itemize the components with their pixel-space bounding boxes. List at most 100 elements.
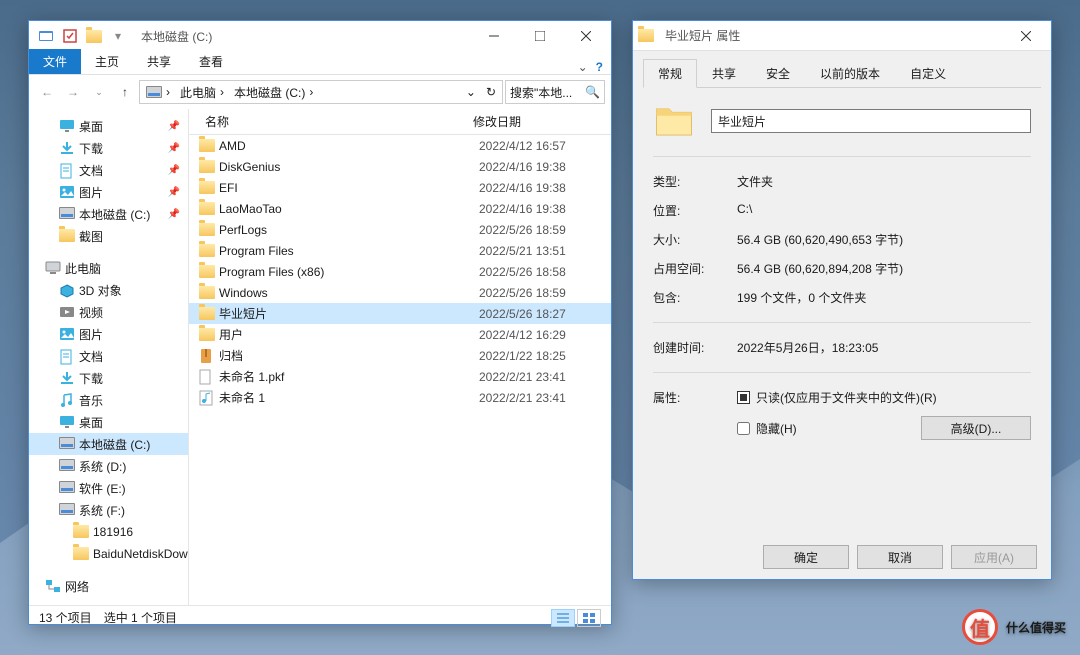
minimize-button[interactable] [471, 21, 517, 51]
folder-icon [199, 223, 219, 236]
net-icon [45, 579, 59, 593]
search-icon[interactable]: 🔍 [585, 85, 600, 99]
file-row[interactable]: 毕业短片2022/5/26 18:27 [189, 303, 611, 324]
nav-item-12[interactable]: 下载 [29, 367, 188, 389]
nav-item-13[interactable]: 音乐 [29, 389, 188, 411]
nav-item-17[interactable]: 软件 (E:) [29, 477, 188, 499]
ribbon-tab-file[interactable]: 文件 [29, 49, 81, 74]
readonly-checkbox[interactable] [737, 391, 750, 404]
breadcrumb-drive[interactable]: 本地磁盘 (C:) › [230, 84, 317, 101]
ribbon-expand-icon[interactable]: ⌄ [578, 60, 588, 74]
props-titlebar[interactable]: 毕业短片 属性 [633, 21, 1051, 51]
file-icon [199, 369, 219, 385]
column-name[interactable]: 名称 [199, 113, 473, 130]
refresh-icon[interactable]: ↻ [482, 85, 500, 99]
forward-button[interactable]: → [61, 80, 85, 104]
disk-icon [59, 207, 73, 221]
breadcrumb-pc[interactable]: 此电脑 › [176, 84, 228, 101]
nav-item-7[interactable]: 此电脑 [29, 257, 188, 279]
column-date[interactable]: 修改日期 [473, 113, 611, 130]
music-icon [59, 393, 73, 407]
nav-item-15[interactable]: 本地磁盘 (C:) [29, 433, 188, 455]
value-location: C:\ [737, 202, 1031, 219]
tab-security[interactable]: 安全 [751, 59, 805, 87]
file-row[interactable]: Windows2022/5/26 18:59 [189, 282, 611, 303]
value-created: 2022年5月26日，18:23:05 [737, 339, 1031, 356]
maximize-button[interactable] [517, 21, 563, 51]
folder-icon [73, 525, 87, 539]
view-thumbnails-icon[interactable] [577, 609, 601, 627]
folder-icon [199, 160, 219, 173]
navigation-tree[interactable]: 桌面📌下载📌文档📌图片📌本地磁盘 (C:)📌截图此电脑3D 对象视频图片文档下载… [29, 109, 189, 605]
nav-item-5[interactable]: 截图 [29, 225, 188, 247]
advanced-button[interactable]: 高级(D)... [921, 416, 1031, 440]
folder-name-input[interactable] [711, 109, 1031, 133]
file-row[interactable]: 未命名 12022/2/21 23:41 [189, 387, 611, 408]
props-folder-icon [635, 25, 657, 47]
nav-item-1[interactable]: 下载📌 [29, 137, 188, 159]
file-row[interactable]: 归档2022/1/22 18:25 [189, 345, 611, 366]
ribbon-tab-view[interactable]: 查看 [185, 49, 237, 74]
hidden-checkbox[interactable] [737, 422, 750, 435]
recent-dropdown-icon[interactable]: ⌄ [87, 80, 111, 104]
explorer-window: ▾ 本地磁盘 (C:) 文件 主页 共享 查看 ⌄ ? ← → ⌄ ↑ › 此电… [28, 20, 612, 625]
help-icon[interactable]: ? [596, 60, 603, 74]
properties-icon[interactable] [59, 25, 81, 47]
tab-previous[interactable]: 以前的版本 [805, 59, 895, 87]
view-details-icon[interactable] [551, 609, 575, 627]
audio-icon [199, 390, 219, 406]
ok-button[interactable]: 确定 [763, 545, 849, 569]
props-close-button[interactable] [1003, 21, 1049, 51]
qat-dropdown-icon[interactable]: ▾ [107, 25, 129, 47]
nav-item-10[interactable]: 图片 [29, 323, 188, 345]
breadcrumb[interactable]: › 此电脑 › 本地磁盘 (C:) › ⌄ ↻ [139, 80, 503, 104]
nav-item-20[interactable]: BaiduNetdiskDownload [29, 543, 188, 565]
breadcrumb-dropdown-icon[interactable]: ⌄ [462, 85, 480, 99]
file-list[interactable]: AMD2022/4/12 16:57DiskGenius2022/4/16 19… [189, 135, 611, 605]
file-row[interactable]: DiskGenius2022/4/16 19:38 [189, 156, 611, 177]
up-button[interactable]: ↑ [113, 80, 137, 104]
status-bar: 13 个项目 选中 1 个项目 [29, 605, 611, 629]
nav-item-16[interactable]: 系统 (D:) [29, 455, 188, 477]
column-headers[interactable]: 名称 修改日期 [189, 109, 611, 135]
ribbon-tab-home[interactable]: 主页 [81, 49, 133, 74]
file-row[interactable]: 用户2022/4/12 16:29 [189, 324, 611, 345]
folder-icon [199, 139, 219, 152]
label-contains: 包含: [653, 289, 737, 306]
tab-general[interactable]: 常规 [643, 59, 697, 88]
new-folder-icon[interactable] [83, 25, 105, 47]
nav-item-19[interactable]: 181916 [29, 521, 188, 543]
close-button[interactable] [563, 21, 609, 51]
nav-item-2[interactable]: 文档📌 [29, 159, 188, 181]
nav-item-0[interactable]: 桌面📌 [29, 115, 188, 137]
file-row[interactable]: Program Files (x86)2022/5/26 18:58 [189, 261, 611, 282]
ribbon-tab-share[interactable]: 共享 [133, 49, 185, 74]
file-row[interactable]: PerfLogs2022/5/26 18:59 [189, 219, 611, 240]
nav-item-14[interactable]: 桌面 [29, 411, 188, 433]
status-selected: 选中 1 个项目 [104, 609, 177, 626]
tab-custom[interactable]: 自定义 [895, 59, 961, 87]
file-row[interactable]: Program Files2022/5/21 13:51 [189, 240, 611, 261]
nav-item-22[interactable]: 网络 [29, 575, 188, 597]
nav-item-4[interactable]: 本地磁盘 (C:)📌 [29, 203, 188, 225]
file-row[interactable]: AMD2022/4/12 16:57 [189, 135, 611, 156]
nav-item-11[interactable]: 文档 [29, 345, 188, 367]
breadcrumb-root-icon[interactable]: › [142, 85, 174, 99]
folder-icon [199, 181, 219, 194]
search-input[interactable]: 搜索"本地... 🔍 [505, 80, 605, 104]
file-row[interactable]: 未命名 1.pkf2022/2/21 23:41 [189, 366, 611, 387]
apply-button[interactable]: 应用(A) [951, 545, 1037, 569]
nav-item-9[interactable]: 视频 [29, 301, 188, 323]
file-row[interactable]: LaoMaoTao2022/4/16 19:38 [189, 198, 611, 219]
nav-item-3[interactable]: 图片📌 [29, 181, 188, 203]
explorer-titlebar[interactable]: ▾ 本地磁盘 (C:) [29, 21, 611, 51]
tab-share[interactable]: 共享 [697, 59, 751, 87]
file-row[interactable]: EFI2022/4/16 19:38 [189, 177, 611, 198]
nav-item-18[interactable]: 系统 (F:) [29, 499, 188, 521]
props-tabs: 常规 共享 安全 以前的版本 自定义 [633, 51, 1051, 87]
large-folder-icon [653, 100, 695, 142]
back-button[interactable]: ← [35, 80, 59, 104]
cancel-button[interactable]: 取消 [857, 545, 943, 569]
nav-item-8[interactable]: 3D 对象 [29, 279, 188, 301]
pc-icon [45, 261, 59, 275]
